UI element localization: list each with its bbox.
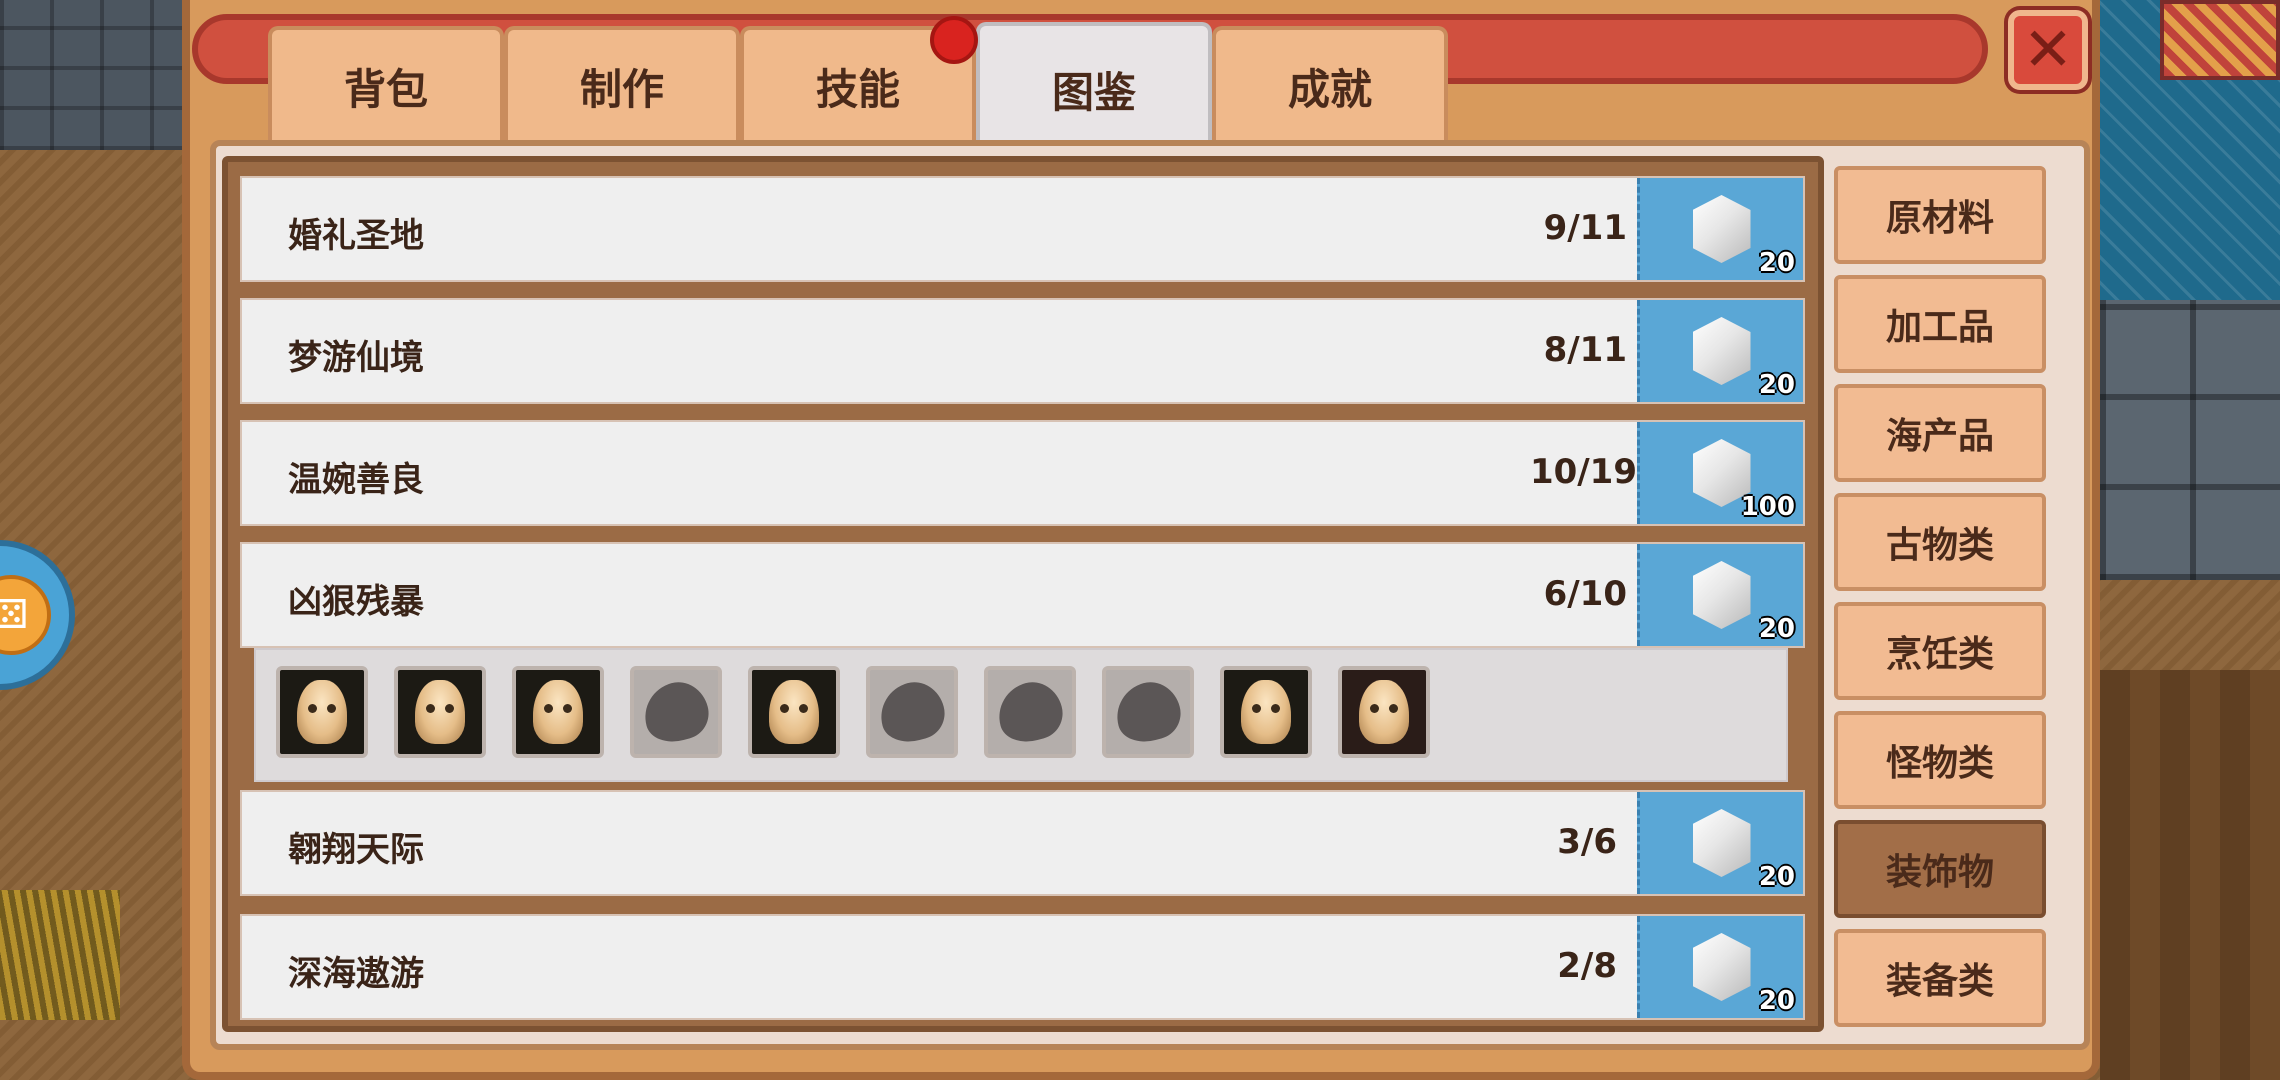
collection-row[interactable]: 深海遨游 2/8 20	[240, 914, 1805, 1020]
locked-silhouette-icon	[637, 675, 715, 749]
item-slot[interactable]	[276, 666, 368, 758]
skull-icon	[533, 680, 583, 744]
reward-button[interactable]: 100	[1637, 422, 1803, 524]
category-cooking[interactable]: 烹饪类	[1834, 602, 2046, 700]
row-name: 深海遨游	[288, 954, 424, 994]
row-progress: 6/10	[1543, 574, 1627, 614]
locked-silhouette-icon	[873, 675, 951, 749]
row-name: 温婉善良	[288, 460, 424, 500]
side-menu-button[interactable]: ⚄	[0, 540, 75, 690]
category-decorations[interactable]: 装饰物	[1834, 820, 2046, 918]
collection-row[interactable]: 梦游仙境 8/11 20	[240, 298, 1805, 404]
gem-icon	[1692, 933, 1751, 1001]
item-slot[interactable]	[394, 666, 486, 758]
row-name: 凶狠残暴	[288, 582, 424, 622]
reward-button[interactable]: 20	[1637, 300, 1803, 402]
reward-button[interactable]: 20	[1637, 178, 1803, 280]
reward-quantity: 20	[1758, 614, 1795, 644]
tab-achievements[interactable]: 成就	[1212, 26, 1448, 142]
reward-button[interactable]: 20	[1637, 544, 1803, 646]
category-seafood[interactable]: 海产品	[1834, 384, 2046, 482]
row-progress: 9/11	[1543, 208, 1627, 248]
row-progress: 2/8	[1557, 946, 1617, 986]
item-slot[interactable]	[1220, 666, 1312, 758]
row-name: 翱翔天际	[288, 830, 424, 870]
tab-collection[interactable]: 图鉴	[976, 22, 1212, 152]
item-slot-locked[interactable]	[866, 666, 958, 758]
background-soil	[2100, 670, 2280, 1080]
skull-icon	[297, 680, 347, 744]
item-slot[interactable]	[512, 666, 604, 758]
tab-craft[interactable]: 制作	[504, 26, 740, 142]
reward-button[interactable]: 20	[1637, 792, 1803, 894]
locked-silhouette-icon	[1109, 675, 1187, 749]
item-slot-locked[interactable]	[984, 666, 1076, 758]
category-processed-goods[interactable]: 加工品	[1834, 275, 2046, 373]
dice-icon: ⚄	[0, 575, 51, 655]
collection-row[interactable]: 婚礼圣地 9/11 20	[240, 176, 1805, 282]
skull-icon	[1241, 680, 1291, 744]
gem-icon	[1692, 561, 1751, 629]
row-progress: 10/19	[1529, 452, 1637, 492]
reward-quantity: 20	[1758, 986, 1795, 1016]
close-icon: ✕	[2022, 15, 2074, 85]
tab-bar: 背包 制作 技能 图鉴 成就	[268, 22, 1448, 152]
item-slot[interactable]	[748, 666, 840, 758]
skull-icon	[415, 680, 465, 744]
row-name: 梦游仙境	[288, 338, 424, 378]
category-monsters[interactable]: 怪物类	[1834, 711, 2046, 809]
row-progress: 8/11	[1543, 330, 1627, 370]
reward-quantity: 100	[1740, 492, 1795, 522]
reward-button[interactable]: 20	[1637, 916, 1803, 1018]
notification-badge	[930, 16, 978, 64]
expanded-item-grid	[254, 648, 1788, 782]
collection-row[interactable]: 温婉善良 10/19 100	[240, 420, 1805, 526]
item-slot-locked[interactable]	[630, 666, 722, 758]
background-stone-floor	[2100, 300, 2280, 580]
reward-quantity: 20	[1758, 862, 1795, 892]
category-raw-materials[interactable]: 原材料	[1834, 166, 2046, 264]
background-rug	[2160, 0, 2280, 80]
collection-row-expanded[interactable]: 凶狠残暴 6/10 20	[240, 542, 1805, 648]
skull-icon	[769, 680, 819, 744]
row-progress: 3/6	[1557, 822, 1617, 862]
row-name: 婚礼圣地	[288, 216, 424, 256]
reward-quantity: 20	[1758, 248, 1795, 278]
reward-quantity: 20	[1758, 370, 1795, 400]
close-button[interactable]: ✕	[2008, 10, 2088, 90]
item-slot-locked[interactable]	[1102, 666, 1194, 758]
background-grass	[0, 890, 120, 1020]
gem-icon	[1692, 809, 1751, 877]
locked-silhouette-icon	[991, 675, 1069, 749]
gem-icon	[1692, 195, 1751, 263]
gem-icon	[1692, 317, 1751, 385]
category-equipment[interactable]: 装备类	[1834, 929, 2046, 1027]
category-antiques[interactable]: 古物类	[1834, 493, 2046, 591]
item-slot[interactable]	[1338, 666, 1430, 758]
skull-icon	[1359, 680, 1409, 744]
background-stone-wall	[0, 0, 200, 150]
collection-row[interactable]: 翱翔天际 3/6 20	[240, 790, 1805, 896]
tab-bag[interactable]: 背包	[268, 26, 504, 142]
